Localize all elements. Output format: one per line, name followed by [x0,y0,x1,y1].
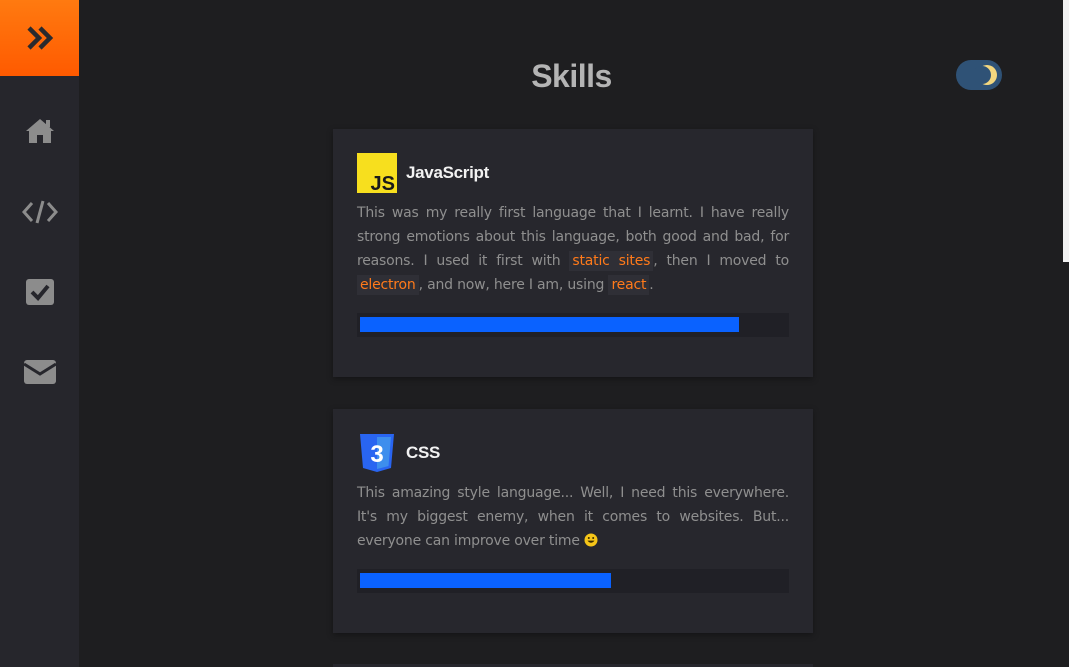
skill-description-part: . [649,277,654,293]
home-icon [25,119,54,143]
nav-item-code[interactable] [0,182,79,242]
skill-card-javascript: JS JavaScript This was my really first l… [333,129,813,377]
skill-progress-bar [357,569,789,593]
smiley-icon [584,533,598,547]
envelope-icon [22,360,57,384]
skill-card-header: 3 CSS [357,433,440,473]
sidebar [0,0,79,667]
scrollbar-thumb[interactable] [1063,0,1069,262]
css-logo-icon: 3 [360,434,394,472]
link-react[interactable]: react [608,275,650,295]
nav-item-tasks[interactable] [0,262,79,322]
skill-card-css: 3 CSS This amazing style language... Wel… [333,409,813,633]
skill-description-part: , and now, here I am, using [418,277,609,293]
javascript-logo-text: JS [371,173,395,193]
skill-description-part: This amazing style language... Well, I n… [357,485,789,549]
skill-progress-bar [357,313,789,337]
skill-title: JavaScript [406,163,489,182]
javascript-logo-icon: JS [357,153,397,193]
skill-description: This was my really first language that I… [357,201,789,297]
skill-card-header: JS JavaScript [357,153,489,193]
skill-title: CSS [406,443,441,462]
page-title: Skills [531,58,612,94]
check-square-icon [25,279,54,305]
skill-description-part: , then I moved to [653,253,789,269]
logo-button[interactable] [0,0,79,76]
moon-icon [975,65,997,85]
css-logo-text: 3 [370,441,383,468]
code-icon [21,200,58,224]
nav-item-home[interactable] [0,101,79,161]
main-content: Skills JS JavaScript This was my really … [79,0,1069,667]
skill-description: This amazing style language... Well, I n… [357,481,789,553]
skill-progress-fill [360,573,611,588]
nav-item-contact[interactable] [0,342,79,402]
link-electron[interactable]: electron [357,275,419,295]
double-chevron-right-icon [26,26,53,50]
theme-toggle[interactable] [956,60,1002,90]
scrollbar[interactable] [1063,0,1069,667]
skill-progress-fill [360,317,739,332]
link-static-sites[interactable]: static sites [569,251,654,271]
